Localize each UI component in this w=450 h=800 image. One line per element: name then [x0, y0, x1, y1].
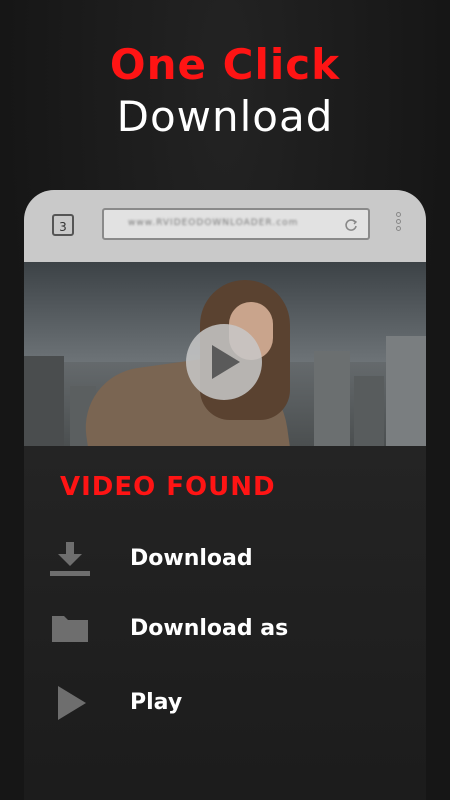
- play-icon: [212, 345, 240, 379]
- play-option[interactable]: Play: [24, 674, 426, 730]
- more-options-icon[interactable]: [394, 212, 402, 238]
- building: [386, 336, 426, 446]
- building: [24, 356, 64, 446]
- tab-count-button[interactable]: 3: [52, 214, 74, 236]
- download-label: Download: [130, 546, 253, 571]
- url-field[interactable]: www.RVIDEODOWNLOADER.com: [102, 208, 370, 240]
- reload-icon[interactable]: [344, 217, 358, 231]
- video-found-title: VIDEO FOUND: [60, 472, 276, 502]
- headline-one-click: One Click: [109, 40, 341, 89]
- phone-mockup: 3 www.RVIDEODOWNLOADER.com VIDEO FOUND D…: [24, 190, 426, 800]
- play-label: Play: [130, 690, 183, 715]
- promo-screen: One Click Download 3 www.RVIDEODOWNLOADE…: [0, 0, 450, 800]
- building: [354, 376, 384, 446]
- video-thumbnail[interactable]: [24, 262, 426, 446]
- play-icon: [48, 684, 92, 722]
- building: [314, 351, 350, 446]
- download-as-option[interactable]: Download as: [24, 600, 426, 656]
- download-icon: [48, 540, 92, 578]
- url-text: www.RVIDEODOWNLOADER.com: [128, 218, 299, 228]
- download-as-label: Download as: [130, 616, 289, 641]
- browser-toolbar: 3 www.RVIDEODOWNLOADER.com: [24, 190, 426, 262]
- headline-download: Download: [116, 92, 334, 141]
- play-button[interactable]: [186, 324, 262, 400]
- download-option[interactable]: Download: [24, 530, 426, 586]
- folder-icon: [48, 610, 92, 648]
